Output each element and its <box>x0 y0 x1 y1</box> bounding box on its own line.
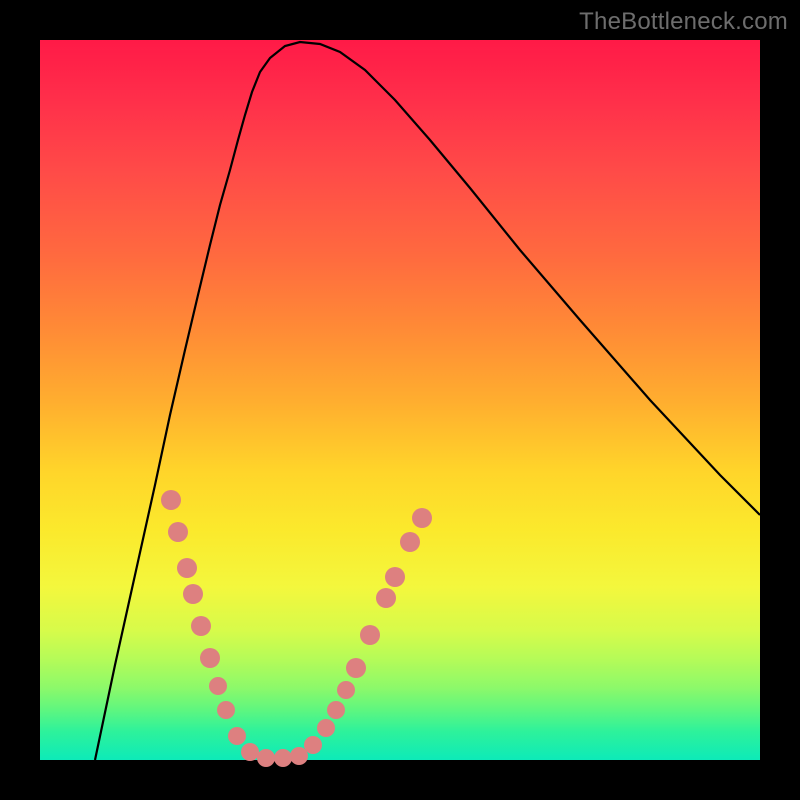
data-marker <box>327 701 345 719</box>
chart-svg <box>40 40 760 760</box>
data-marker <box>400 532 420 552</box>
data-marker <box>177 558 197 578</box>
data-marker <box>257 749 275 767</box>
data-marker <box>346 658 366 678</box>
data-marker <box>191 616 211 636</box>
data-marker <box>304 736 322 754</box>
data-marker <box>228 727 246 745</box>
marker-group <box>161 490 432 767</box>
data-marker <box>161 490 181 510</box>
data-marker <box>317 719 335 737</box>
data-marker <box>241 743 259 761</box>
plot-area <box>40 40 760 760</box>
data-marker <box>200 648 220 668</box>
data-marker <box>385 567 405 587</box>
data-marker <box>290 747 308 765</box>
data-marker <box>217 701 235 719</box>
data-marker <box>209 677 227 695</box>
chart-frame: TheBottleneck.com <box>0 0 800 800</box>
data-marker <box>376 588 396 608</box>
data-marker <box>168 522 188 542</box>
curve-line <box>95 42 760 760</box>
data-marker <box>360 625 380 645</box>
data-marker <box>274 749 292 767</box>
data-marker <box>412 508 432 528</box>
watermark-text: TheBottleneck.com <box>579 8 788 36</box>
data-marker <box>337 681 355 699</box>
data-marker <box>183 584 203 604</box>
